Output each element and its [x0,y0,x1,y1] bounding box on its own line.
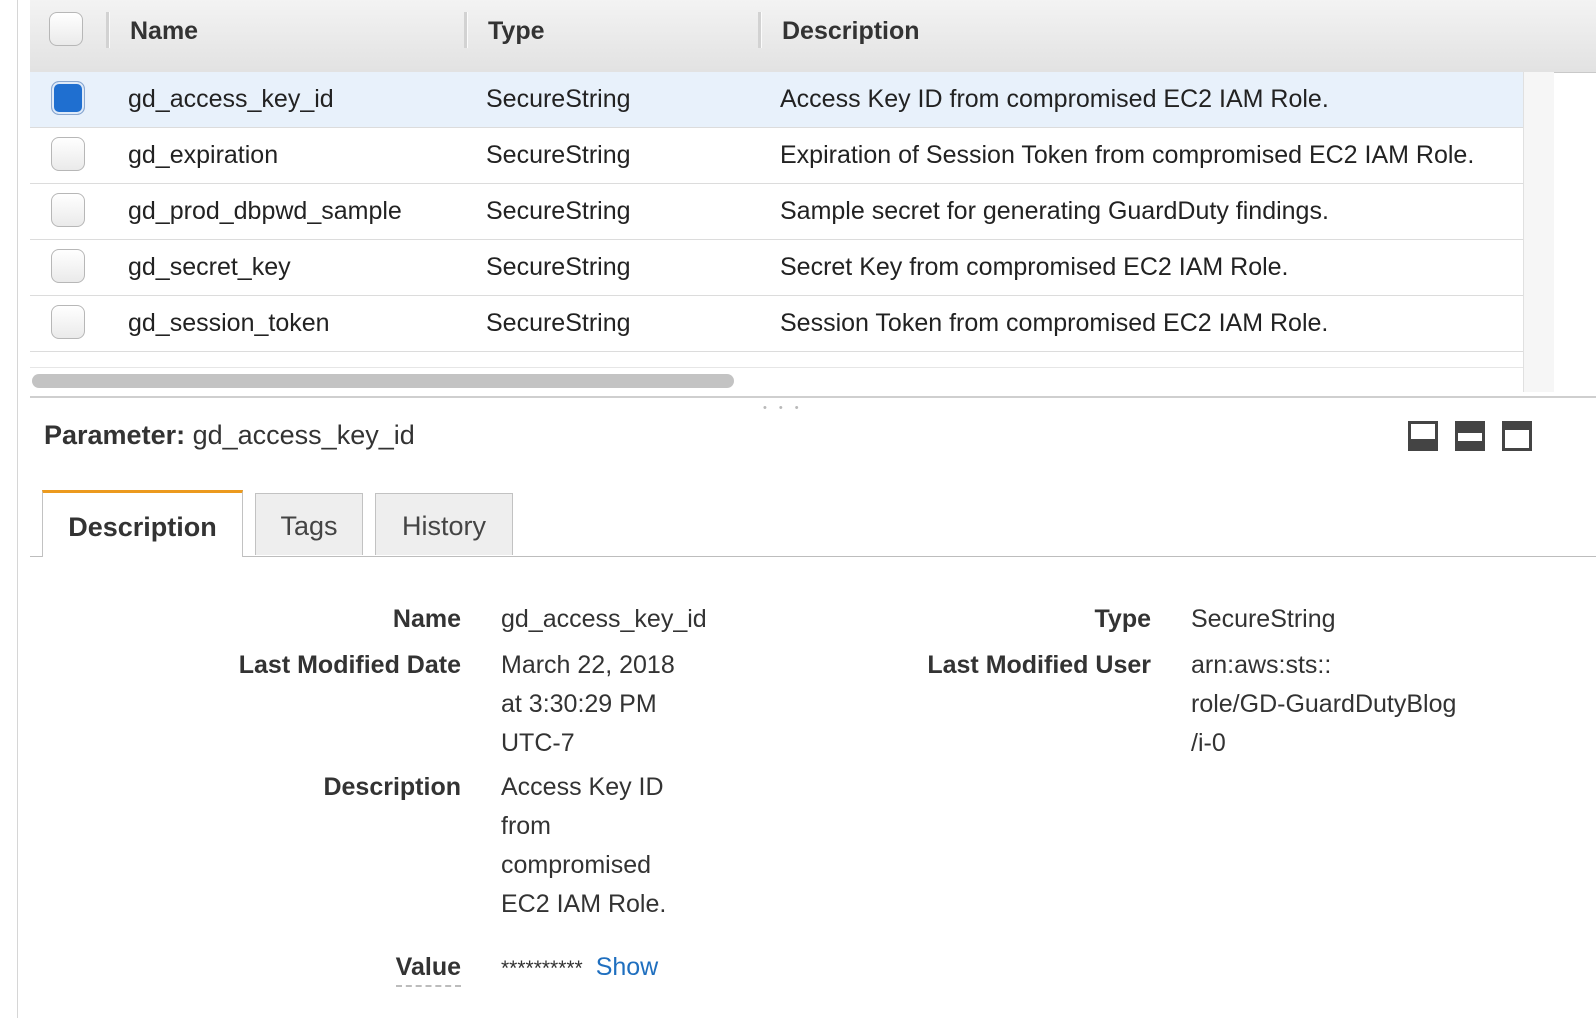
description-line: from [501,812,551,840]
cell-type: SecureString [486,141,631,169]
parameter-title: Parameter: gd_access_key_id [44,420,415,451]
cell-description: Sample secret for generating GuardDuty f… [780,197,1329,225]
last-modified-user-line: /i-0 [1191,729,1226,757]
cell-description: Secret Key from compromised EC2 IAM Role… [780,253,1289,281]
tab-tags[interactable]: Tags [255,493,363,555]
description-line: compromised [501,851,652,879]
description-line: Access Key ID [501,773,664,801]
table-row[interactable]: gd_session_token SecureString Session Toke… [30,296,1523,352]
value-value: ********** Show [501,948,658,988]
last-modified-date-line: March 22, 2018 [501,651,675,679]
cell-description: Access Key ID from compromised EC2 IAM R… [780,85,1329,113]
last-modified-date-value: March 22, 2018 at 3:30:29 PM UTC-7 [501,646,675,763]
row-checkbox[interactable] [51,305,85,339]
cell-type: SecureString [486,309,631,337]
cell-name: gd_session_token [128,309,330,337]
column-header-description[interactable]: Description [782,0,920,72]
horizontal-scrollbar-thumb[interactable] [32,374,734,388]
row-checkbox[interactable] [51,193,85,227]
pane-half-icon[interactable] [1455,421,1485,451]
row-checkbox[interactable] [51,249,85,283]
last-modified-date-label: Last Modified Date [238,651,461,679]
type-value: SecureString [1191,605,1336,633]
table-header: Name Type Description [30,0,1596,73]
horizontal-scrollbar[interactable] [30,367,1523,396]
cell-name: gd_prod_dbpwd_sample [128,197,402,225]
column-divider[interactable] [106,12,110,48]
last-modified-user-value: arn:aws:sts:: role/GD-GuardDutyBlog /i-0 [1191,646,1456,763]
splitter-grip-icon[interactable]: ••• [763,403,811,414]
last-modified-user-line: arn:aws:sts:: [1191,651,1332,679]
detail-tabs: Description Tags History [30,490,1596,558]
cell-description: Session Token from compromised EC2 IAM R… [780,309,1329,337]
cell-type: SecureString [486,85,631,113]
description-value: Access Key ID from compromised EC2 IAM R… [501,768,666,924]
last-modified-date-line: UTC-7 [501,729,575,757]
column-divider[interactable] [758,12,762,48]
cell-type: SecureString [486,253,631,281]
table-body: gd_access_key_id SecureString Access Key I… [30,72,1523,352]
pane-splitter[interactable] [30,396,1596,398]
vertical-scrollbar[interactable] [1523,72,1554,392]
table-row[interactable]: gd_prod_dbpwd_sample SecureString Sample s… [30,184,1523,240]
last-modified-user-line: role/GD-GuardDutyBlog [1191,690,1457,718]
name-value: gd_access_key_id [501,605,707,633]
parameter-title-value: gd_access_key_id [192,420,415,450]
pane-minimize-icon[interactable] [1408,421,1438,451]
pane-maximize-icon[interactable] [1502,421,1532,451]
value-label: Value [150,953,461,987]
cell-name: gd_expiration [128,141,279,169]
column-header-name[interactable]: Name [130,0,198,72]
description-label: Description [323,773,461,801]
row-checkbox[interactable] [51,137,85,171]
last-modified-user-label: Last Modified User [927,651,1151,679]
value-label-text[interactable]: Value [395,953,461,987]
tab-history[interactable]: History [375,493,513,555]
select-all-checkbox[interactable] [49,12,83,46]
cell-name: gd_secret_key [128,253,291,281]
description-line: EC2 IAM Role. [501,890,667,918]
row-checkbox[interactable] [51,81,85,115]
table-row[interactable]: gd_access_key_id SecureString Access Key I… [30,72,1523,128]
cell-name: gd_access_key_id [128,85,334,113]
name-label: Name [392,605,461,633]
column-header-type[interactable]: Type [488,0,545,72]
cell-type: SecureString [486,197,631,225]
parameter-title-prefix: Parameter: [44,420,186,450]
last-modified-date-line: at 3:30:29 PM [501,690,657,718]
tab-description[interactable]: Description [42,490,243,557]
table-row[interactable]: gd_secret_key SecureString Secret Key from… [30,240,1523,296]
column-divider[interactable] [464,12,468,48]
parameters-table: Name Type Description gd_access_key_id Se… [30,0,1596,398]
cell-description: Expiration of Session Token from comprom… [780,141,1475,169]
masked-value: ********** [501,957,583,980]
table-row[interactable]: gd_expiration SecureString Expiration of S… [30,128,1523,184]
show-value-link[interactable]: Show [596,953,659,981]
type-label: Type [1094,605,1152,633]
left-border [17,0,18,1018]
